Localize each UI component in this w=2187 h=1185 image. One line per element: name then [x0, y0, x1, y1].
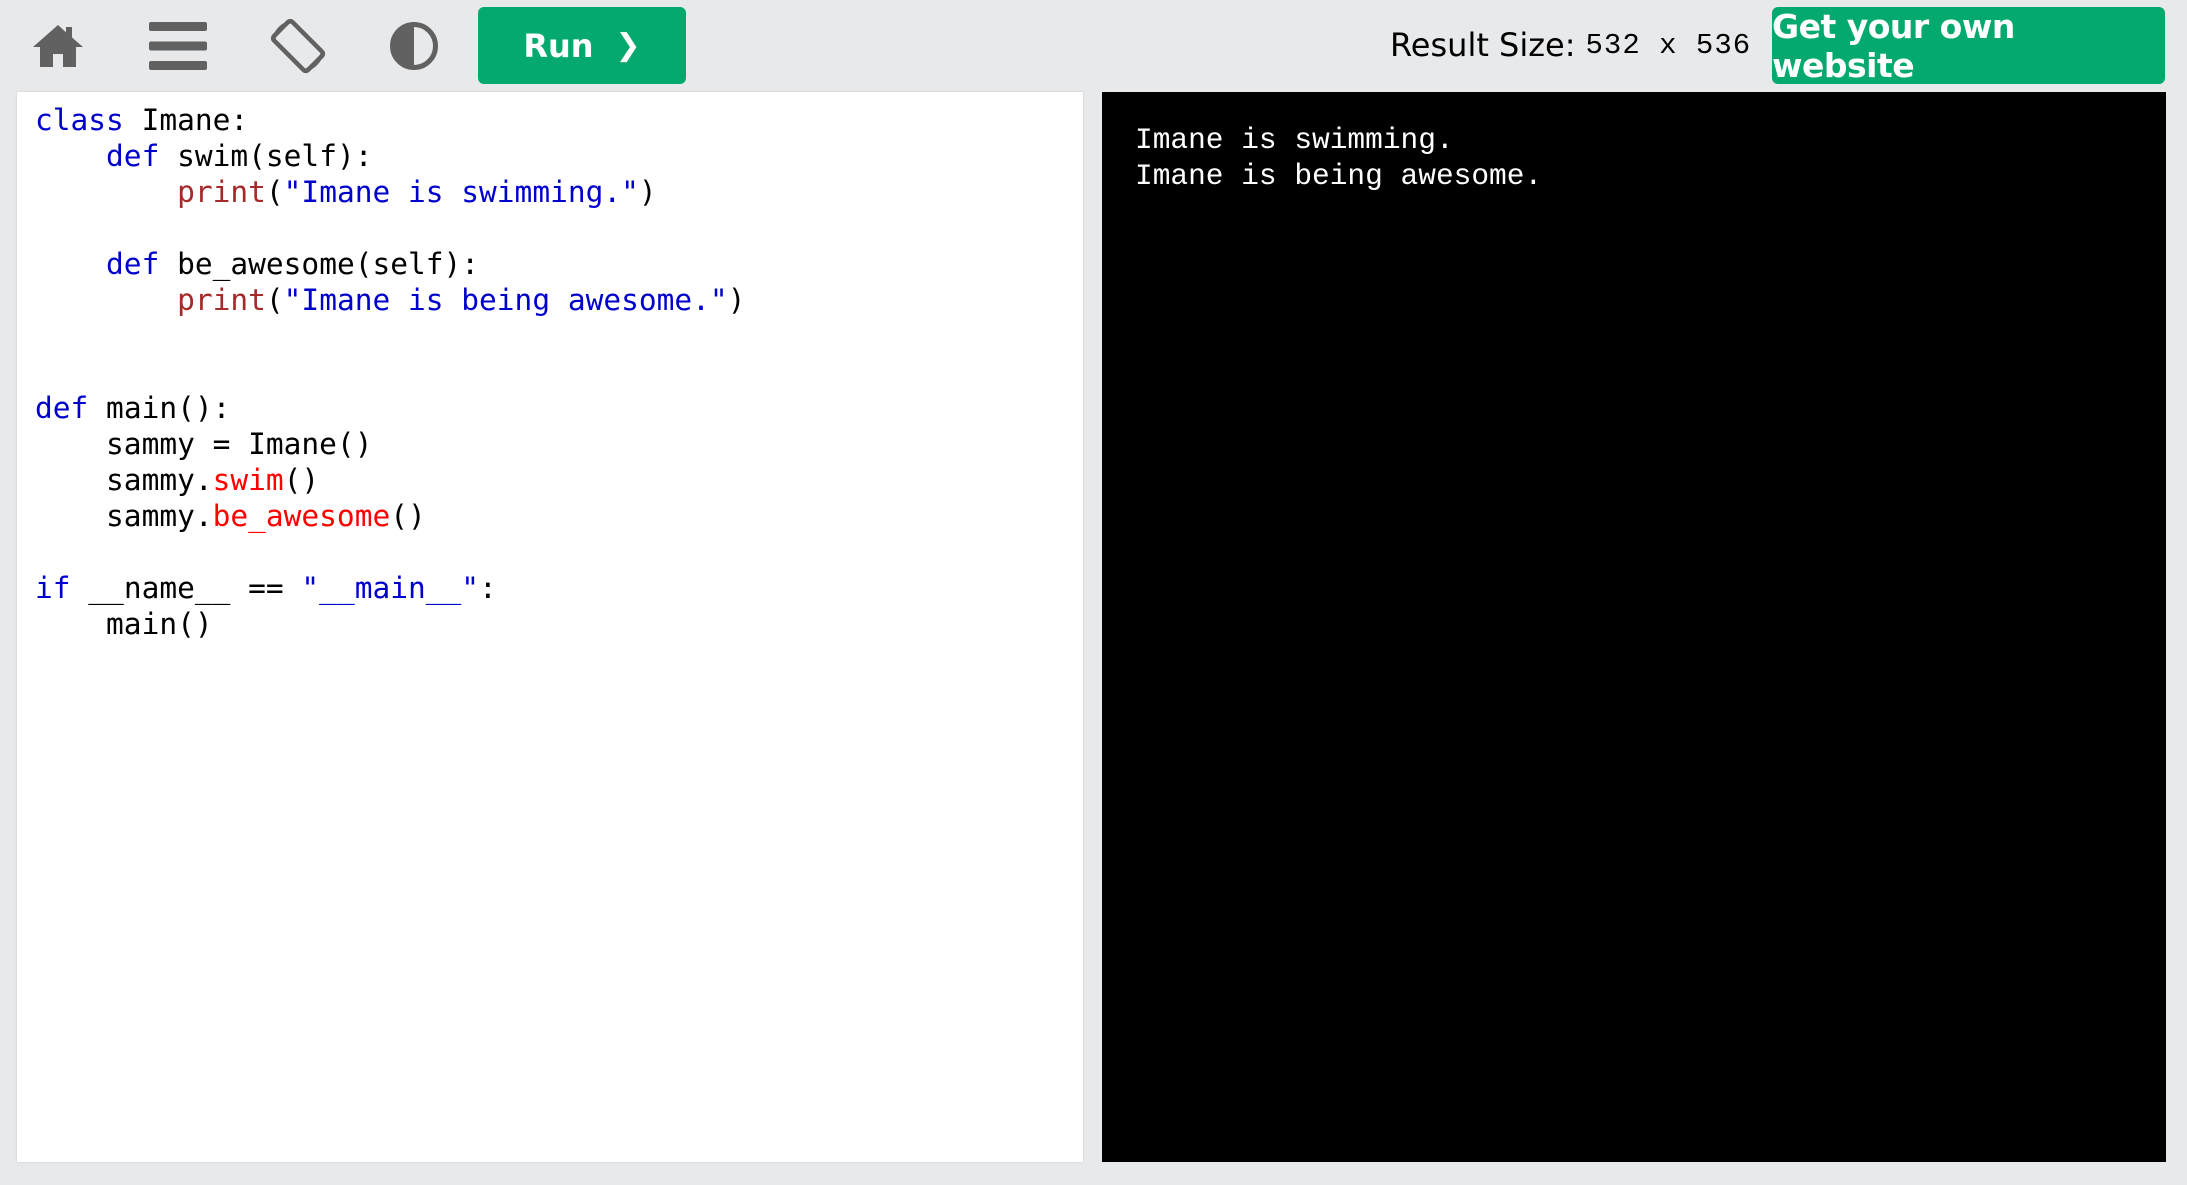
code-text[interactable]: class Imane: def swim(self): print("Iman…: [35, 102, 745, 642]
menu-button[interactable]: [138, 10, 218, 82]
code-line: def main():: [35, 391, 231, 425]
method-call: swim: [212, 463, 284, 497]
get-your-own-website-button[interactable]: Get your own website: [1772, 7, 2165, 85]
string-literal: "Imane is swimming.": [283, 175, 639, 209]
result-size: Result Size: 532 x 536: [1390, 22, 1751, 68]
output-line: Imane is swimming.: [1135, 123, 1454, 157]
code-line: sammy.be_awesome(): [35, 499, 426, 533]
keyword: def: [35, 391, 89, 425]
code-line: class Imane:: [35, 103, 249, 137]
code-line: print("Imane is swimming."): [177, 175, 657, 209]
result-size-value: 532 x 536: [1585, 28, 1752, 62]
contrast-icon: [389, 21, 439, 71]
run-label: Run: [523, 26, 594, 65]
keyword: def: [106, 139, 160, 173]
string-literal: "Imane is being awesome.": [283, 283, 728, 317]
rotate-orientation-icon: [268, 16, 328, 76]
code-line: sammy.swim(): [35, 463, 320, 497]
code-line: main(): [35, 607, 213, 641]
keyword: def: [106, 247, 160, 281]
method-call: be_awesome: [212, 499, 391, 533]
code-line: def swim(self):: [106, 139, 373, 173]
home-button[interactable]: [18, 10, 98, 82]
code-line: def be_awesome(self):: [106, 247, 480, 281]
theme-toggle-button[interactable]: [374, 10, 454, 82]
run-button[interactable]: Run ❯: [478, 7, 686, 84]
builtin: print: [177, 175, 266, 209]
keyword: if: [35, 571, 71, 605]
toolbar: Run ❯ Result Size: 532 x 536 Get your ow…: [0, 0, 2187, 92]
string-literal: "__main__": [301, 571, 480, 605]
code-line: sammy = Imane(): [35, 427, 373, 461]
code-line: if __name__ == "__main__":: [35, 571, 497, 605]
builtin: print: [177, 283, 266, 317]
output-text: Imane is swimming. Imane is being awesome…: [1135, 122, 1542, 194]
code-editor[interactable]: class Imane: def swim(self): print("Iman…: [17, 92, 1083, 1162]
menu-icon: [149, 22, 207, 70]
keyword: class: [35, 103, 124, 137]
home-icon: [32, 23, 84, 69]
code-line: print("Imane is being awesome."): [177, 283, 746, 317]
output-panel: Imane is swimming. Imane is being awesome…: [1102, 92, 2166, 1162]
result-size-label: Result Size:: [1390, 26, 1576, 64]
rotate-orientation-button[interactable]: [258, 10, 338, 82]
output-line: Imane is being awesome.: [1135, 159, 1543, 193]
chevron-right-icon: ❯: [615, 28, 641, 63]
